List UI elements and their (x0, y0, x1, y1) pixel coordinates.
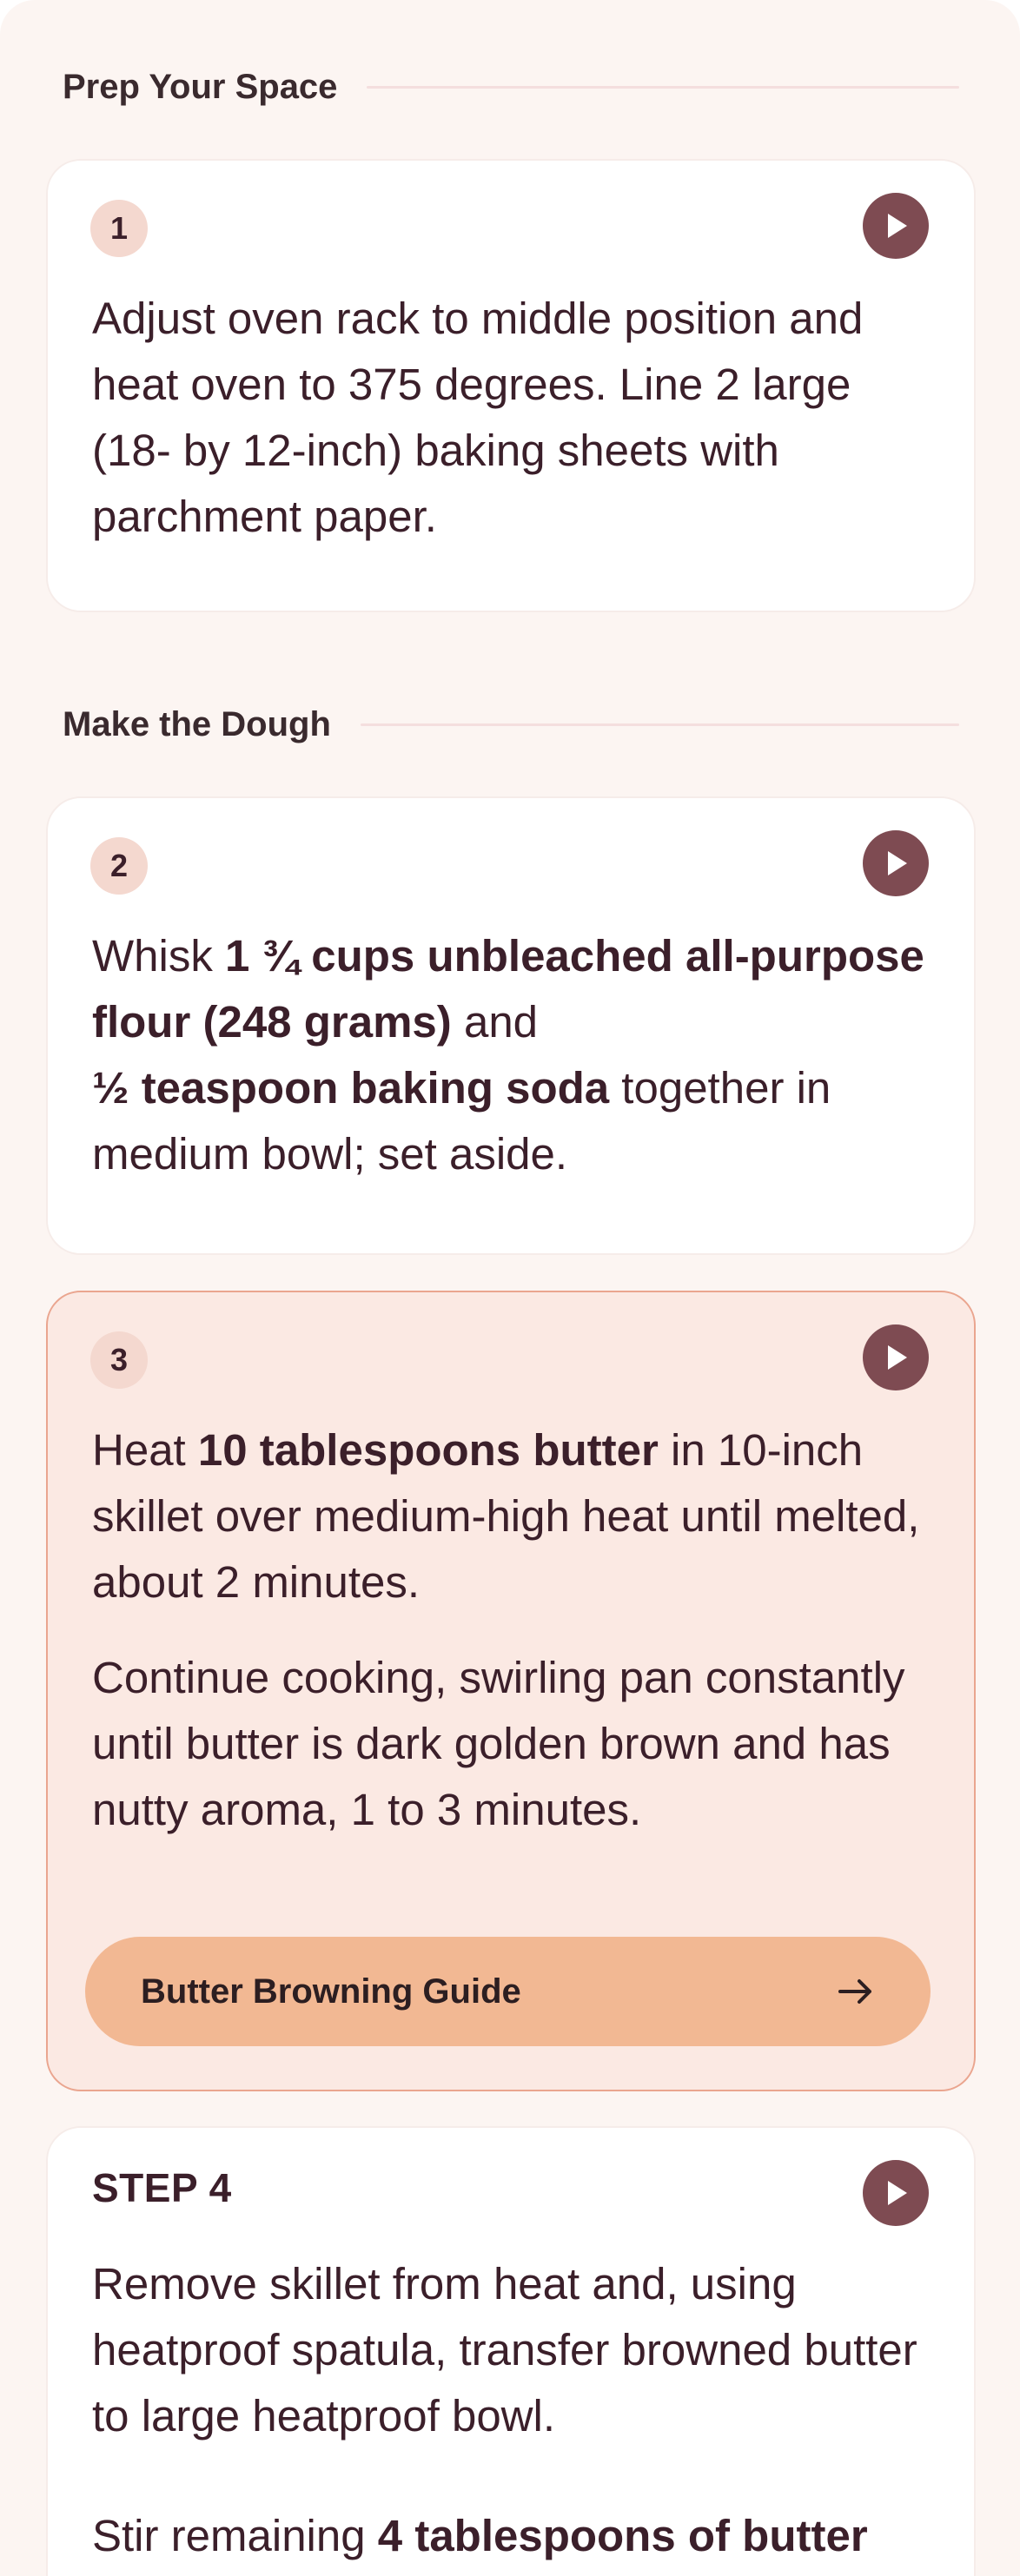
guide-button-label: Butter Browning Guide (141, 1972, 521, 2011)
play-icon (888, 214, 907, 238)
ingredient-highlight: 10 tablespoons butter (197, 1425, 659, 1475)
step-number-badge: 1 (90, 200, 148, 257)
step-instructions: Adjust oven rack to middle position and … (92, 286, 931, 550)
step-card-3-active: 3 Heat 10 tablespoons butter in 10-inch … (46, 1291, 976, 2091)
ingredient-highlight: 4 tablespoons of butter (377, 2511, 868, 2560)
section-divider (367, 85, 959, 89)
step-card-4: STEP 4 Remove skillet from heat and, usi… (46, 2126, 976, 2576)
section-header-dough: Make the Dough (63, 698, 959, 750)
play-icon (888, 1345, 907, 1370)
step-text: Stir remaining 4 tablespoons of butter (92, 2511, 868, 2560)
play-step-button[interactable] (863, 193, 929, 259)
play-icon (888, 851, 907, 875)
step-number-badge: 3 (90, 1331, 148, 1389)
step-instructions: Remove skillet from heat and, using heat… (92, 2251, 931, 2569)
play-step-button[interactable] (863, 1324, 929, 1390)
step-text: Remove skillet from heat and, using heat… (92, 2259, 917, 2441)
step-card-1: 1 Adjust oven rack to middle position an… (46, 159, 976, 612)
step-text: Whisk 1 ¾ cups unbleached all-purpose fl… (92, 931, 924, 1179)
section-title: Make the Dough (63, 704, 331, 743)
step-text: Adjust oven rack to middle position and … (92, 294, 864, 541)
step-card-2: 2 Whisk 1 ¾ cups unbleached all-purpose … (46, 796, 976, 1255)
section-header-prep: Prep Your Space (63, 61, 959, 113)
ingredient-highlight: ½ teaspoon baking soda (92, 1063, 610, 1113)
play-step-button[interactable] (863, 830, 929, 896)
step-instructions: Heat 10 tablespoons butter in 10-inch sk… (92, 1417, 931, 1843)
step-label: STEP 4 (92, 2165, 232, 2210)
arrow-right-icon (837, 1972, 875, 2011)
section-divider (360, 723, 959, 726)
butter-browning-guide-button[interactable]: Butter Browning Guide (85, 1937, 931, 2046)
play-icon (888, 2181, 907, 2205)
step-instructions: Whisk 1 ¾ cups unbleached all-purpose fl… (92, 923, 931, 1187)
recipe-steps-page: Prep Your Space 1 Adjust oven rack to mi… (0, 0, 1020, 2576)
step-text: Continue cooking, swirling pan constantl… (92, 1653, 905, 1834)
step-number-badge: 2 (90, 837, 148, 895)
play-step-button[interactable] (863, 2160, 929, 2226)
step-text: Heat 10 tablespoons butter in 10-inch sk… (92, 1425, 920, 1607)
section-title: Prep Your Space (63, 67, 338, 106)
